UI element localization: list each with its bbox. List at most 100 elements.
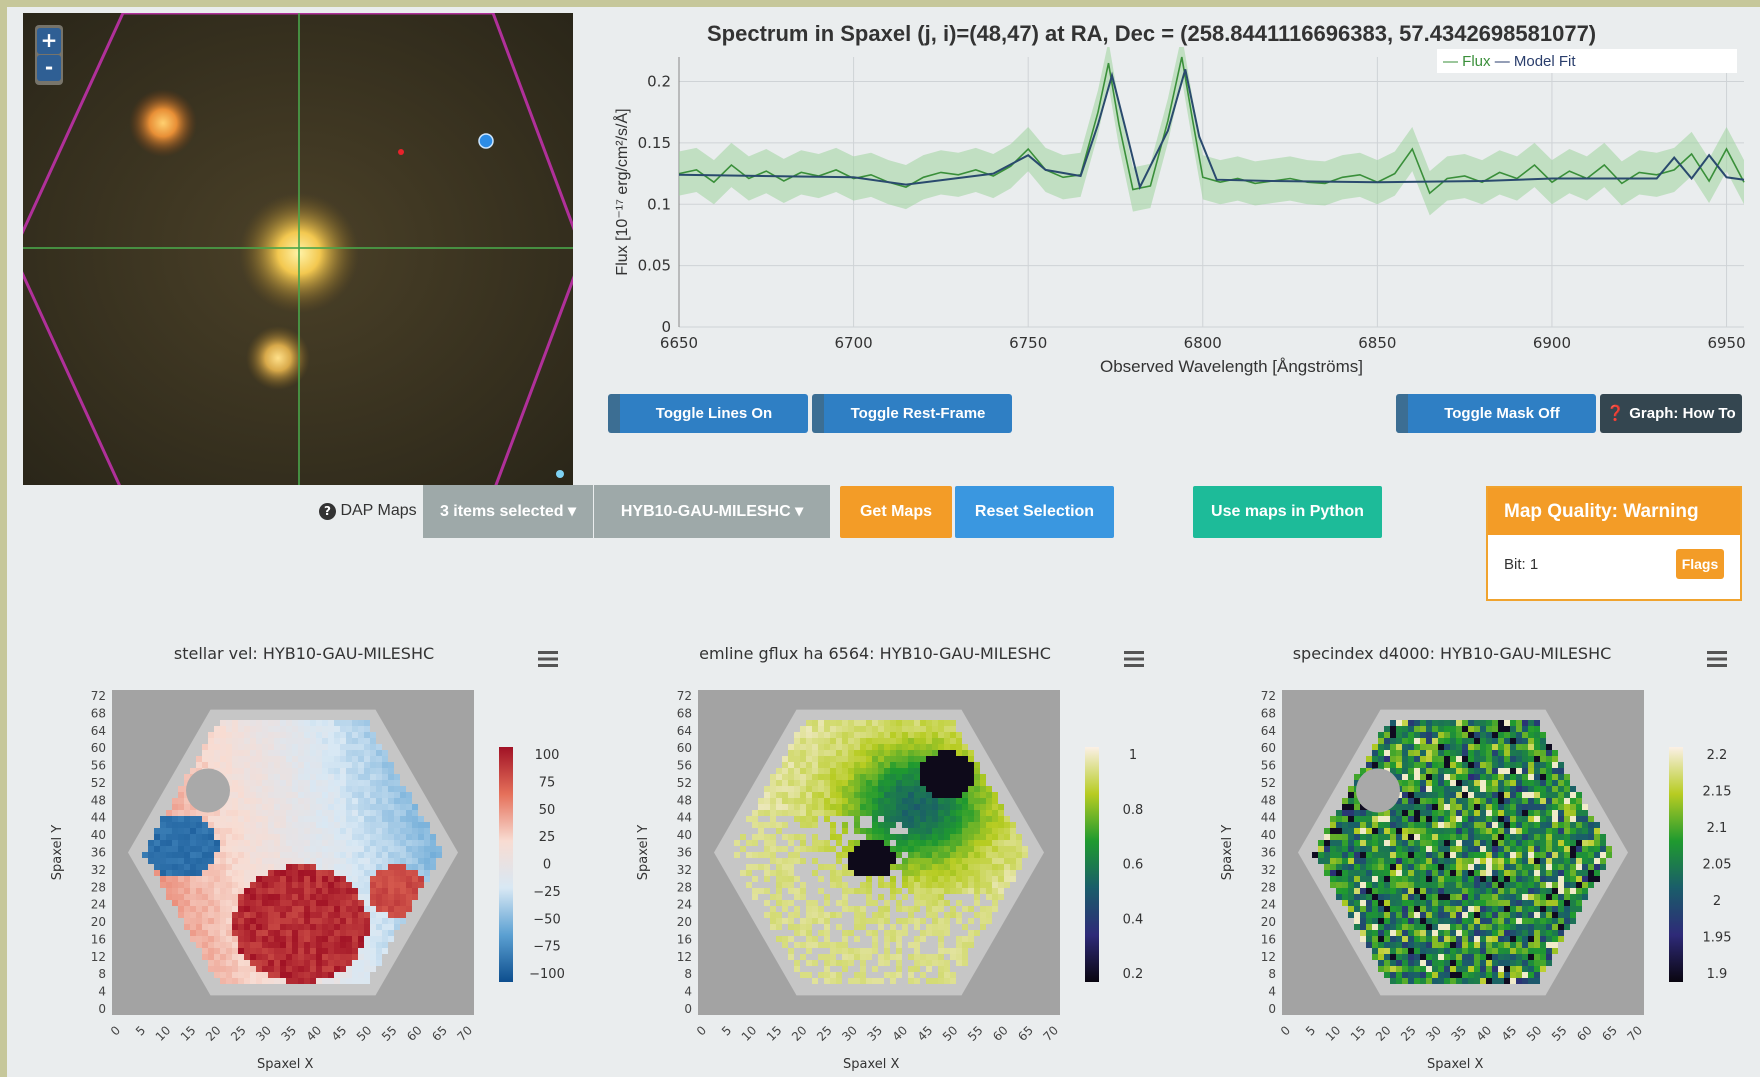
map-cell bbox=[932, 918, 938, 924]
spectrum-plot[interactable]: 6650 6700 6750 6800 6850 6900 695000.050.10.15… bbox=[607, 47, 1757, 397]
bintype-select[interactable]: HYB10-GAU-MILESHC ▾ bbox=[594, 485, 830, 538]
map-cell bbox=[986, 858, 992, 864]
reset-selection-button[interactable]: Reset Selection bbox=[955, 486, 1114, 538]
map-cell bbox=[860, 726, 866, 732]
map-cell bbox=[160, 828, 166, 834]
map-cell bbox=[902, 756, 908, 762]
map-cell bbox=[196, 888, 202, 894]
zoom-in-button[interactable]: + bbox=[37, 28, 61, 54]
map-cell bbox=[962, 864, 968, 870]
map-cell bbox=[1510, 924, 1516, 930]
map-cell bbox=[1420, 774, 1426, 780]
toggle-rest-frame-button[interactable]: Toggle Rest-Frame bbox=[812, 394, 1012, 433]
map-cell bbox=[1396, 810, 1402, 816]
map-cell bbox=[1504, 978, 1510, 984]
map-cell bbox=[908, 972, 914, 978]
map-cell bbox=[1348, 858, 1354, 864]
map-cell bbox=[250, 792, 256, 798]
map-cell bbox=[286, 918, 292, 924]
colorbar bbox=[499, 747, 513, 982]
map-cell bbox=[244, 798, 250, 804]
graph-howto-button[interactable]: ❓ Graph: How To bbox=[1600, 394, 1742, 433]
map-cell bbox=[926, 978, 932, 984]
map-cell bbox=[286, 930, 292, 936]
map-cell bbox=[214, 960, 220, 966]
map-cell bbox=[1576, 792, 1582, 798]
map-cell bbox=[776, 870, 782, 876]
map-stellar-vel[interactable]: 726864605652484440363228242016128400 5 10 1… bbox=[37, 667, 597, 1067]
zoom-out-button[interactable]: - bbox=[37, 55, 61, 81]
map-cell bbox=[190, 810, 196, 816]
map-cell bbox=[992, 828, 998, 834]
map-cell bbox=[1546, 762, 1552, 768]
map-cell bbox=[274, 828, 280, 834]
get-maps-button[interactable]: Get Maps bbox=[840, 486, 952, 538]
map-cell bbox=[1402, 906, 1408, 912]
flags-button[interactable]: Flags bbox=[1676, 549, 1724, 579]
map-cell bbox=[268, 906, 274, 912]
map-cell bbox=[304, 936, 310, 942]
toggle-lines-button[interactable]: Toggle Lines On bbox=[608, 394, 808, 433]
map-cell bbox=[794, 762, 800, 768]
map-cell bbox=[208, 930, 214, 936]
map-cell bbox=[280, 804, 286, 810]
map-cell bbox=[1480, 894, 1486, 900]
map-cell bbox=[1492, 888, 1498, 894]
map-cell bbox=[1474, 972, 1480, 978]
map-cell bbox=[884, 732, 890, 738]
map-cell bbox=[830, 942, 836, 948]
map-cell bbox=[1408, 960, 1414, 966]
property-multiselect[interactable]: 3 items selected ▾ bbox=[423, 485, 593, 538]
map-cell bbox=[1324, 840, 1330, 846]
map-cell bbox=[202, 816, 208, 822]
map-cell bbox=[944, 810, 950, 816]
map-cell bbox=[1426, 750, 1432, 756]
map-cell bbox=[370, 828, 376, 834]
map-cell bbox=[232, 726, 238, 732]
spectrum-legend[interactable]: — Flux — Model Fit bbox=[1437, 49, 1737, 73]
use-maps-python-button[interactable]: Use maps in Python bbox=[1193, 486, 1382, 538]
map-cell bbox=[190, 870, 196, 876]
map-cell bbox=[800, 792, 806, 798]
map-cell bbox=[250, 732, 256, 738]
map-cell bbox=[1522, 924, 1528, 930]
marker-blue[interactable] bbox=[478, 133, 494, 149]
map-cell bbox=[884, 846, 890, 852]
map-cell bbox=[956, 900, 962, 906]
map-cell bbox=[776, 882, 782, 888]
map-cell bbox=[956, 912, 962, 918]
map-cell bbox=[232, 876, 238, 882]
dap-maps-label[interactable]: ? DAP Maps bbox=[319, 502, 417, 520]
map-cell bbox=[776, 792, 782, 798]
map-cell bbox=[794, 924, 800, 930]
map-cell bbox=[782, 768, 788, 774]
map-cell bbox=[244, 942, 250, 948]
map-cell bbox=[968, 876, 974, 882]
map-cell bbox=[268, 930, 274, 936]
galaxy-image-viewer[interactable]: + - bbox=[23, 13, 573, 485]
map-cell bbox=[370, 954, 376, 960]
map-ha-flux[interactable]: 726864605652484440363228242016128400 5 10 1… bbox=[623, 667, 1183, 1067]
map-cell bbox=[256, 948, 262, 954]
map-cell bbox=[1372, 876, 1378, 882]
map-cell bbox=[1510, 762, 1516, 768]
map-y-tick: 8 bbox=[98, 967, 106, 981]
toggle-mask-button[interactable]: Toggle Mask Off bbox=[1396, 394, 1596, 433]
map-cell bbox=[1510, 804, 1516, 810]
map-cell bbox=[1504, 780, 1510, 786]
map-d4000[interactable]: 726864605652484440363228242016128400 5 10 1… bbox=[1207, 667, 1760, 1067]
map-cell bbox=[938, 822, 944, 828]
map-y-tick: 36 bbox=[91, 846, 106, 860]
map-cell bbox=[920, 918, 926, 924]
map-cell bbox=[310, 912, 316, 918]
map-cell bbox=[986, 864, 992, 870]
map-cell bbox=[340, 846, 346, 852]
map-cell bbox=[824, 756, 830, 762]
map-cell bbox=[1492, 726, 1498, 732]
map-cell bbox=[226, 804, 232, 810]
map-cell bbox=[1402, 870, 1408, 876]
map-cell bbox=[1504, 948, 1510, 954]
map-cell bbox=[1408, 804, 1414, 810]
map-cell bbox=[214, 816, 220, 822]
map-cell bbox=[400, 828, 406, 834]
